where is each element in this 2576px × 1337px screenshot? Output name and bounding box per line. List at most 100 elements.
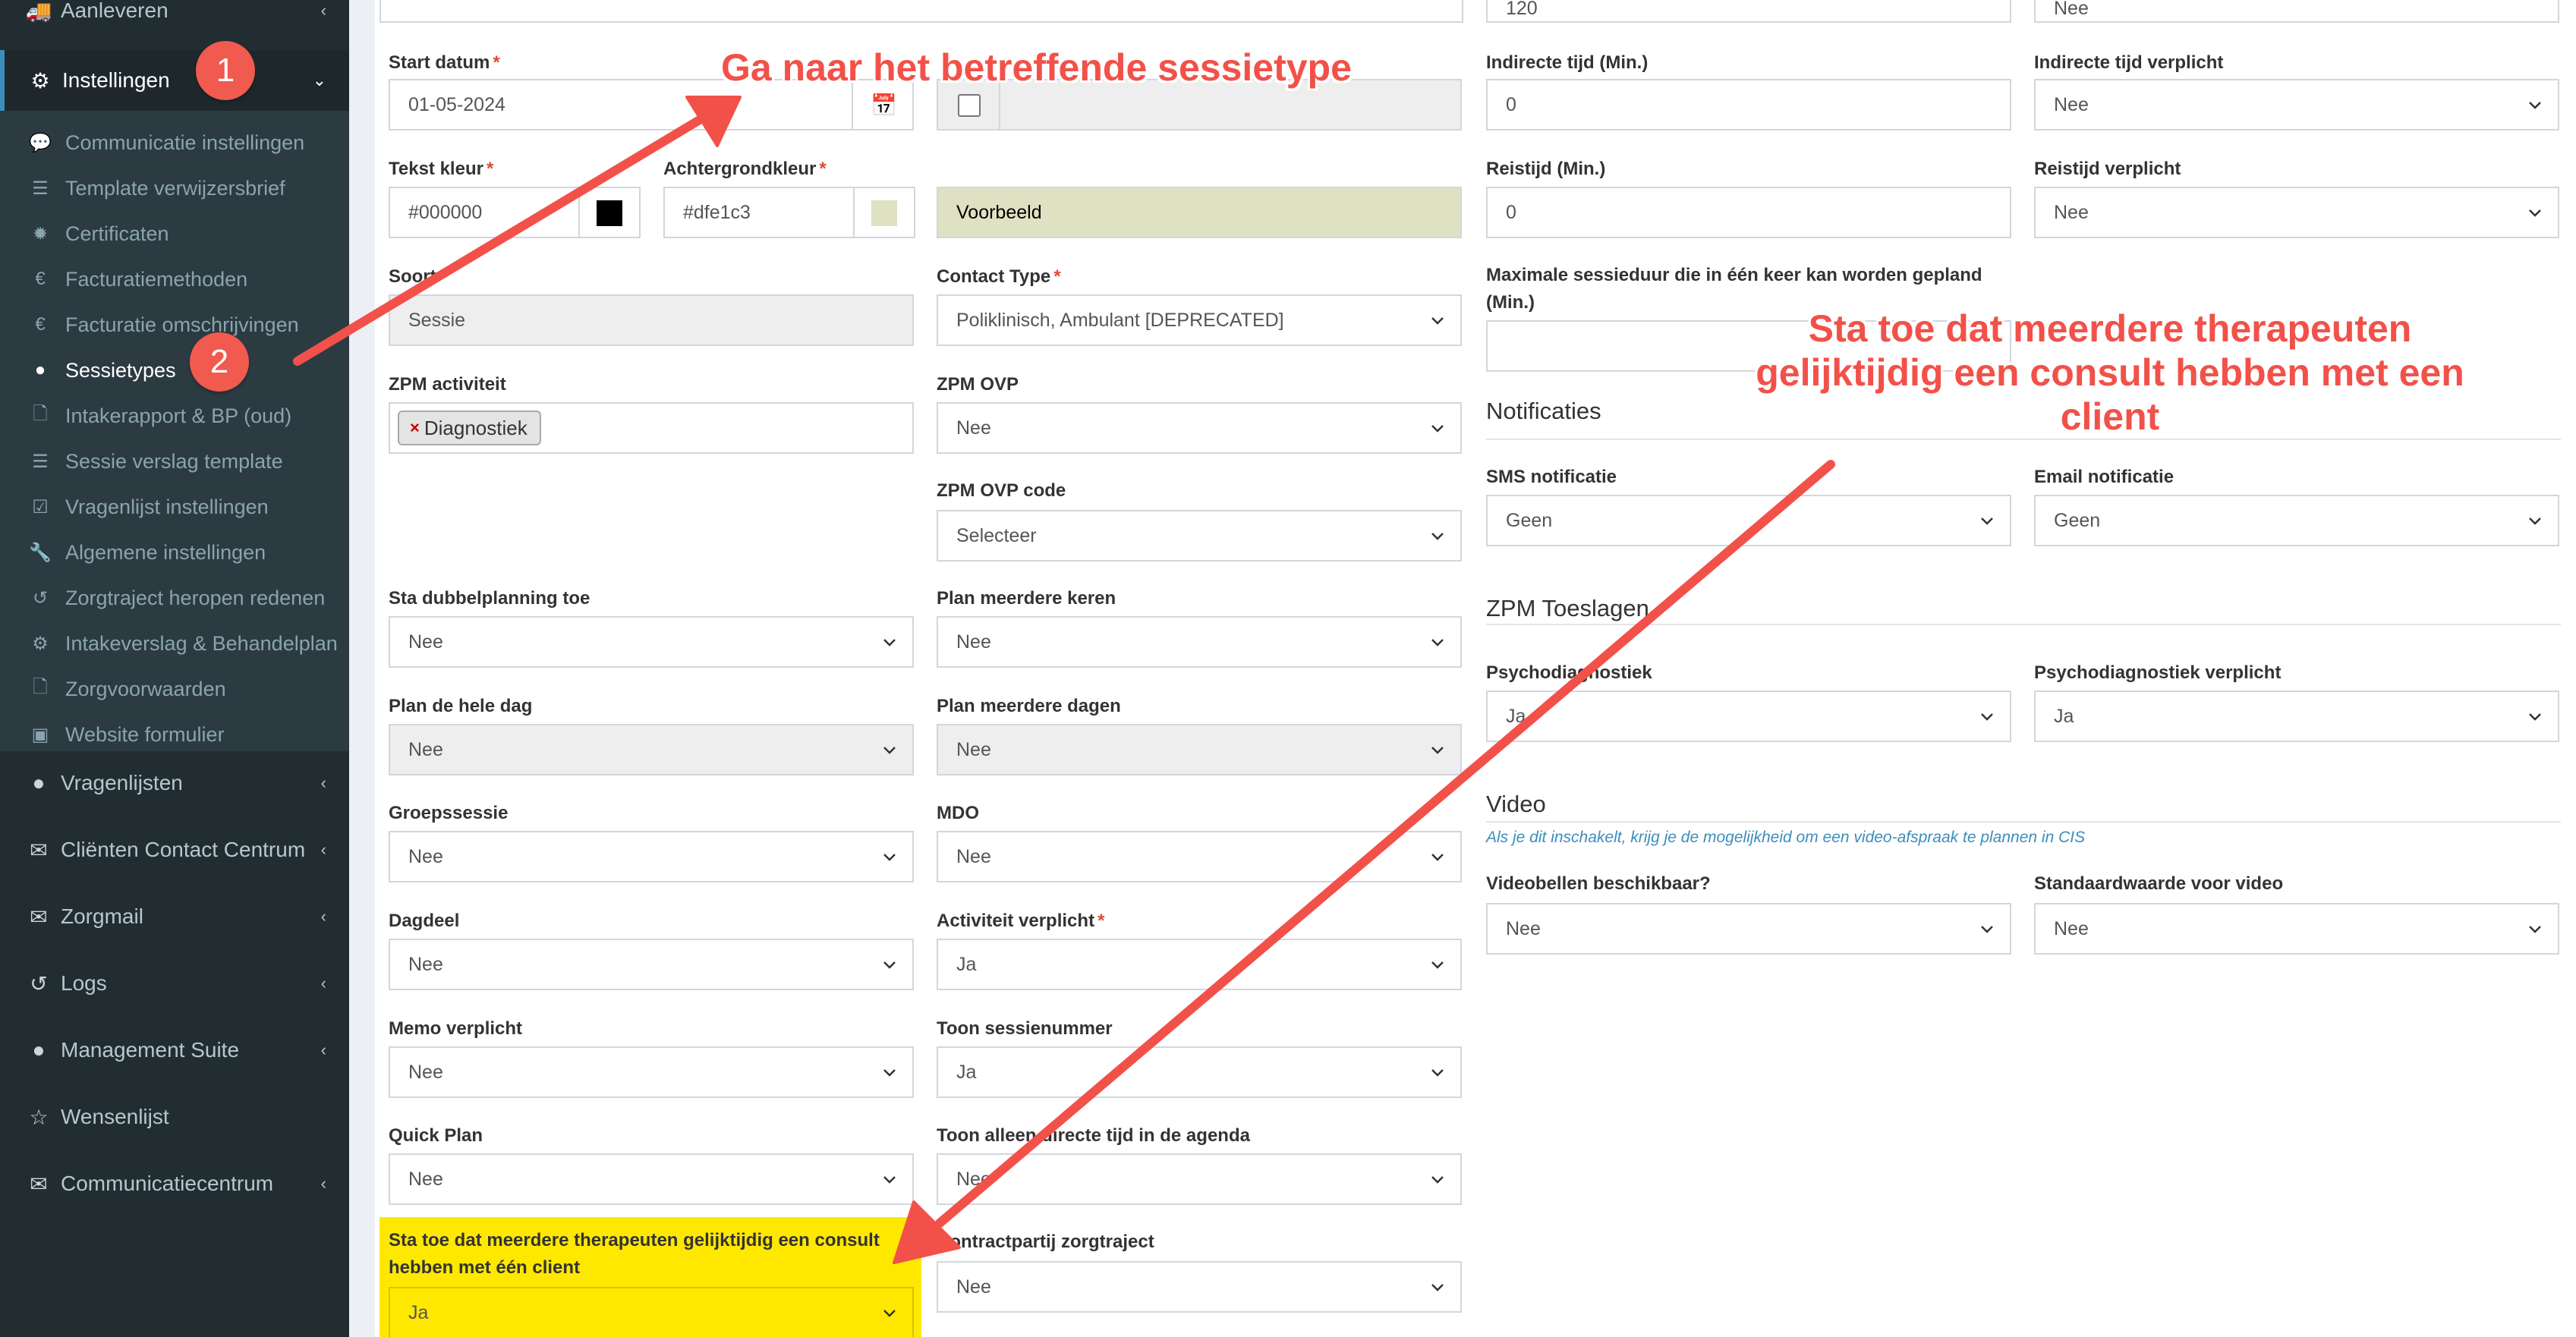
- sidebar-item-label: Vragenlijsten: [61, 771, 183, 794]
- field-value: Ja: [956, 953, 977, 975]
- sidebar-item-sessie-verslag-template[interactable]: ☰ Sessie verslag template: [0, 439, 349, 484]
- sidebar-item-logs[interactable]: ↺ Logs ‹: [0, 959, 349, 1008]
- indirecte-tijd-input[interactable]: 0: [1486, 79, 2011, 131]
- tekst-kleur-input[interactable]: #000000: [389, 187, 641, 238]
- zpm-ovp-code-select[interactable]: Selecteer: [937, 510, 1462, 562]
- memo-verplicht-select[interactable]: Nee: [389, 1046, 914, 1098]
- sta-dubbelplanning-select[interactable]: Nee: [389, 616, 914, 668]
- sidebar-item-label: Management Suite: [61, 1038, 240, 1062]
- sms-notificatie-select[interactable]: Geen: [1486, 495, 2011, 546]
- calendar-icon[interactable]: 📅: [871, 93, 897, 118]
- mdo-label: MDO: [937, 803, 979, 823]
- selected-tag: × Diagnostiek: [398, 411, 541, 445]
- meerdere-therapeuten-select[interactable]: Ja: [389, 1287, 914, 1337]
- zpm-ovp-select[interactable]: Nee: [937, 402, 1462, 454]
- quick-plan-select[interactable]: Nee: [389, 1153, 914, 1205]
- psychodiagnostiek-label: Psychodiagnostiek: [1486, 662, 1652, 683]
- psychodiagnostiek-verplicht-select[interactable]: Ja: [2034, 691, 2559, 742]
- chevron-down-icon: [1431, 854, 1444, 861]
- sidebar-item-website-formulier[interactable]: ▣ Website formulier: [0, 712, 349, 757]
- reistijd-verplicht-select[interactable]: Nee: [2034, 187, 2559, 238]
- soort-label: Soort: [389, 266, 436, 287]
- sidebar-item-vragenlijsten[interactable]: ● Vragenlijsten ‹: [0, 759, 349, 807]
- sidebar-item-facturatiemethoden[interactable]: € Facturatiemethoden: [0, 256, 349, 302]
- top-partial-field[interactable]: [379, 0, 1463, 23]
- field-value: Nee: [956, 845, 991, 867]
- field-value: Nee: [408, 1168, 443, 1190]
- contact-type-select[interactable]: Poliklinisch, Ambulant [DEPRECATED]: [937, 294, 1462, 346]
- sidebar-item-instellingen[interactable]: ⚙ Instellingen ⌄: [0, 50, 349, 111]
- checkbox[interactable]: [958, 94, 981, 117]
- sidebar-item-label: Template verwijzersbrief: [65, 176, 285, 200]
- plan-meerdere-keren-select[interactable]: Nee: [937, 616, 1462, 668]
- annotation-line: client: [2060, 395, 2160, 438]
- mdo-select[interactable]: Nee: [937, 831, 1462, 882]
- remove-tag-icon[interactable]: ×: [410, 418, 420, 438]
- sidebar-item-certificaten[interactable]: ✹ Certificaten: [0, 211, 349, 256]
- plan-meerdere-dagen-label: Plan meerdere dagen: [937, 696, 1121, 716]
- field-value: 0: [1506, 93, 1516, 115]
- field-value: Sessie: [408, 309, 466, 331]
- sidebar-item-communicatie-instellingen[interactable]: 💬 Communicatie instellingen: [0, 120, 349, 165]
- toon-alleen-directe-tijd-select[interactable]: Nee: [937, 1153, 1462, 1205]
- toon-sessienummer-select[interactable]: Ja: [937, 1046, 1462, 1098]
- chevron-down-icon: ⌄: [312, 71, 326, 90]
- sidebar-item-sessietypes[interactable]: ● Sessietypes: [0, 348, 349, 393]
- field-value: Nee: [408, 631, 443, 653]
- sidebar-item-intakeverslag[interactable]: ⚙ Intakeverslag & Behandelplan: [0, 621, 349, 666]
- sms-notificatie-label: SMS notificatie: [1486, 467, 1617, 487]
- dagdeel-select[interactable]: Nee: [389, 939, 914, 990]
- activiteit-verplicht-select[interactable]: Ja: [937, 939, 1462, 990]
- sidebar-item-wensenlijst[interactable]: ☆ Wensenlijst: [0, 1093, 349, 1141]
- plan-hele-dag-select[interactable]: Nee: [389, 724, 914, 775]
- euro-icon: €: [35, 269, 46, 289]
- chevron-down-icon: [1981, 926, 1993, 933]
- top-partial-number-field[interactable]: 120: [1486, 0, 2011, 23]
- max-sessieduur-label-line2: (Min.): [1486, 292, 1535, 313]
- max-sessieduur-label: Maximale sessieduur die in één keer kan …: [1486, 265, 1982, 285]
- sidebar-item-aanleveren[interactable]: 🚚 Aanleveren ‹: [0, 0, 349, 27]
- reistijd-input[interactable]: 0: [1486, 187, 2011, 238]
- check-square-icon: ☑: [32, 496, 49, 517]
- videobellen-select[interactable]: Nee: [1486, 903, 2011, 955]
- step-badge-1: 1: [196, 41, 255, 100]
- chevron-down-icon: [1431, 425, 1444, 433]
- sidebar-item-communicatiecentrum[interactable]: ✉ Communicatiecentrum ‹: [0, 1159, 349, 1208]
- sidebar-item-clienten-contact-centrum[interactable]: ✉ Cliënten Contact Centrum ‹: [0, 826, 349, 874]
- suitcase-icon: ▣: [31, 724, 49, 745]
- sidebar-item-algemene-instellingen[interactable]: 🔧 Algemene instellingen: [0, 530, 349, 575]
- sidebar-item-vragenlijst-instellingen[interactable]: ☑ Vragenlijst instellingen: [0, 484, 349, 530]
- zpm-activiteit-multiselect[interactable]: × Diagnostiek: [389, 402, 914, 454]
- sidebar-item-label: Zorgtraject heropen redenen: [65, 586, 326, 609]
- plan-meerdere-dagen-select[interactable]: Nee: [937, 724, 1462, 775]
- field-value: Geen: [2054, 509, 2101, 531]
- sidebar-item-management-suite[interactable]: ● Management Suite ‹: [0, 1026, 349, 1074]
- activiteit-verplicht-label: Activiteit verplicht *: [937, 911, 1105, 931]
- reistijd-verplicht-label: Reistijd verplicht: [2034, 159, 2181, 179]
- sidebar-item-zorgtraject-heropen[interactable]: ↺ Zorgtraject heropen redenen: [0, 575, 349, 621]
- top-partial-select[interactable]: Nee: [2034, 0, 2559, 23]
- color-swatch[interactable]: [597, 200, 622, 226]
- indirecte-tijd-verplicht-select[interactable]: Nee: [2034, 79, 2559, 131]
- sidebar-item-facturatie-omschrijvingen[interactable]: € Facturatie omschrijvingen: [0, 302, 349, 348]
- memo-verplicht-label: Memo verplicht: [389, 1018, 523, 1039]
- sidebar-item-zorgmail[interactable]: ✉ Zorgmail ‹: [0, 892, 349, 941]
- sidebar-item-label: Communicatiecentrum: [61, 1172, 274, 1195]
- annotation-line: Sta toe dat meerdere therapeuten: [1808, 307, 2412, 350]
- sidebar-item-intakerapport[interactable]: 🗋 Intakerapport & BP (oud): [0, 393, 349, 439]
- plan-meerdere-keren-label: Plan meerdere keren: [937, 588, 1116, 609]
- chevron-down-icon: [2529, 209, 2541, 217]
- field-value: Ja: [956, 1061, 977, 1083]
- tag-label: Diagnostiek: [424, 416, 527, 439]
- contractpartij-select[interactable]: Nee: [937, 1261, 1462, 1313]
- psychodiagnostiek-select[interactable]: Ja: [1486, 691, 2011, 742]
- standaardwaarde-video-select[interactable]: Nee: [2034, 903, 2559, 955]
- achtergrondkleur-input[interactable]: #dfe1c3: [663, 187, 915, 238]
- chevron-down-icon: [1431, 1069, 1444, 1077]
- groepssessie-select[interactable]: Nee: [389, 831, 914, 882]
- color-swatch[interactable]: [871, 200, 897, 226]
- sidebar-item-zorgvoorwaarden[interactable]: 🗋 Zorgvoorwaarden: [0, 666, 349, 712]
- video-heading: Video: [1486, 791, 1546, 817]
- email-notificatie-select[interactable]: Geen: [2034, 495, 2559, 546]
- sidebar-item-template-verwijzersbrief[interactable]: ☰ Template verwijzersbrief: [0, 165, 349, 211]
